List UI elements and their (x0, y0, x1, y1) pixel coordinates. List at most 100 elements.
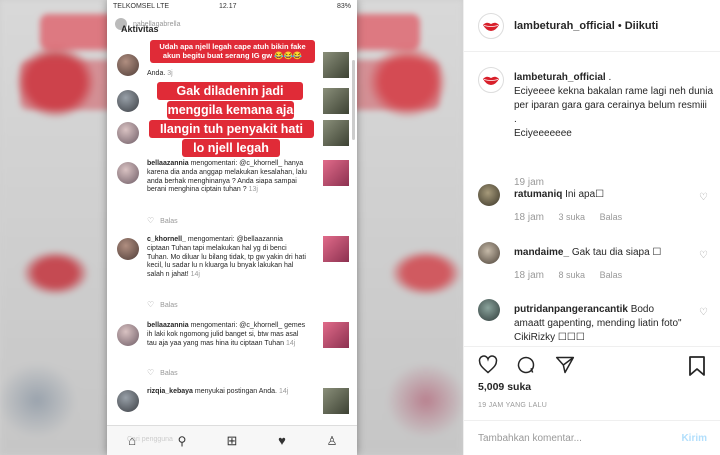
avatar (117, 390, 139, 412)
reply-label: Balas (160, 370, 178, 377)
activity-time: 13j (248, 186, 258, 194)
reply-button[interactable]: Balas (600, 212, 623, 222)
heart-icon: ♡ (147, 300, 155, 309)
phone-status-bar: TELKOMSEL LTE 12.17 83% (107, 0, 357, 14)
carrier-label: TELKOMSEL LTE (113, 3, 170, 10)
author-username[interactable]: lambeturah_official (514, 20, 615, 32)
share-icon[interactable] (555, 355, 577, 377)
activity-verb: menyukai postingan (194, 388, 258, 395)
heart-icon: ♡ (147, 368, 155, 377)
post-thumbnail (323, 52, 349, 78)
reply-button[interactable]: Balas (600, 270, 623, 280)
activity-text: Anda. (147, 70, 166, 77)
comment-meta: 18 jam 8 suka Balas (514, 270, 634, 281)
comment-item: mandaime_ Gak tau dia siapa ☐ 18 jam 8 s… (478, 242, 708, 292)
overlay-caption-line: menggila kemana aja (167, 101, 294, 119)
search-icon: ⚲ (177, 433, 187, 448)
caption-line: . (514, 114, 517, 125)
phone-header: nabellagabrella Aktivitas (107, 14, 357, 34)
overlay-caption-small: Udah apa njell legah cape atuh bikin fak… (150, 40, 315, 63)
activity-time: 14j (190, 271, 200, 278)
activity-time: 14j (285, 339, 296, 347)
activity-text: Anda. (258, 388, 277, 395)
add-icon: ⊞ (226, 432, 238, 448)
phone-search-hint: Cari pengguna (127, 436, 173, 443)
comment-list[interactable]: lambeturah_official . Eciyeeee kekna bak… (464, 53, 720, 346)
heart-icon[interactable]: ♡ (699, 250, 708, 261)
likes-number: 5,009 (478, 381, 505, 393)
comment-text: Ini apa☐ (565, 189, 605, 200)
comment-body: putridanpangerancantik Bodo amaatt gapen… (514, 303, 684, 345)
comment-meta: 18 jam 3 suka Balas (514, 212, 634, 223)
activity-heart-icon: ♥ (278, 433, 286, 448)
activity-time: 3j (167, 70, 173, 77)
avatar (117, 238, 139, 260)
activity-user: bellaazannia (147, 322, 189, 329)
heart-icon[interactable] (478, 355, 500, 377)
activity-row: bellaazannia mengomentari: @c_khornell_ … (115, 322, 349, 382)
send-comment-button[interactable]: Kirim (681, 433, 707, 444)
lips-logo-icon[interactable] (478, 12, 504, 39)
caption-body: lambeturah_official . Eciyeeee kekna bak… (514, 71, 714, 141)
activity-user: rizqia_kebaya (147, 388, 193, 395)
activity-verb: mengomentari: (187, 236, 235, 243)
avatar (117, 54, 139, 76)
comment-likes[interactable]: 8 suka (559, 270, 586, 280)
phone-screenshot: TELKOMSEL LTE 12.17 83% nabellagabrella … (107, 0, 357, 455)
comment-username[interactable]: ratumaniq (514, 189, 562, 200)
comment-icon[interactable] (516, 355, 538, 377)
phone-scrollbar (352, 60, 355, 140)
posted-time: 19 JAM YANG LALU (478, 402, 548, 409)
post-author: lambeturah_official • Diikuti (514, 20, 658, 32)
caption-username[interactable]: lambeturah_official (514, 72, 606, 83)
reply-label: Balas (160, 218, 178, 225)
comment-username[interactable]: putridanpangerancantik (514, 304, 628, 315)
post-thumbnail (323, 88, 349, 114)
likes-word: suka (507, 381, 532, 393)
avatar[interactable] (478, 184, 500, 206)
follow-status[interactable]: Diikuti (625, 20, 659, 32)
post-thumbnail (323, 322, 349, 348)
post-thumbnail (323, 388, 349, 414)
avatar (117, 324, 139, 346)
battery-label: 83% (336, 3, 351, 10)
bookmark-icon[interactable] (687, 355, 707, 377)
caption-line: Eciyeeee kekna bakalan rame lagi neh dun… (514, 86, 714, 111)
overlay-caption-line: Ilangin tuh penyakit hati (149, 120, 314, 138)
avatar[interactable] (478, 299, 500, 321)
comment-likes[interactable]: 3 suka (559, 212, 586, 222)
comment-text: Gak tau dia siapa ☐ (571, 247, 662, 258)
activity-row: c_khornell_ mengomentari: @bellaazannia … (115, 236, 349, 316)
activity-title: Aktivitas (121, 24, 159, 34)
comment-input[interactable] (478, 432, 682, 444)
caption-text: . (608, 72, 612, 83)
activity-time: 14j (278, 388, 289, 395)
caption-line: Eciyeeeeeee (514, 128, 572, 139)
post-thumbnail (323, 236, 349, 262)
activity-user: bellaazannia (147, 160, 189, 167)
post-media[interactable]: TELKOMSEL LTE 12.17 83% nabellagabrella … (0, 0, 463, 455)
avatar (117, 162, 139, 184)
comment-time: 18 jam (514, 212, 545, 223)
heart-icon[interactable]: ♡ (699, 192, 708, 203)
overlay-caption-line: lo njell legah (182, 139, 280, 157)
avatar[interactable] (478, 242, 500, 264)
overlay-caption-line: Gak diladenin jadi (157, 82, 303, 100)
likes-count[interactable]: 5,009 suka (478, 381, 531, 393)
activity-row: bellaazannia mengomentari: @c_khornell_ … (115, 160, 349, 230)
post-thumbnail (323, 160, 349, 186)
comment-time: 18 jam (514, 270, 545, 281)
clock-label: 12.17 (219, 3, 237, 10)
comment-item: putridanpangerancantik Bodo amaatt gapen… (478, 299, 708, 346)
heart-icon[interactable]: ♡ (699, 307, 708, 318)
activity-verb: mengomentari: (190, 160, 238, 167)
avatar (117, 122, 139, 144)
separator-dot: • (617, 19, 622, 32)
comment-body: ratumaniq Ini apa☐ (514, 188, 684, 202)
activity-row: rizqia_kebaya menyukai postingan Anda. 1… (115, 388, 349, 418)
lips-logo-icon[interactable] (478, 67, 504, 93)
comment-username[interactable]: mandaime_ (514, 247, 569, 258)
activity-user: c_khornell_ (147, 236, 186, 243)
heart-icon: ♡ (147, 216, 155, 225)
post-header: lambeturah_official • Diikuti (464, 0, 720, 52)
